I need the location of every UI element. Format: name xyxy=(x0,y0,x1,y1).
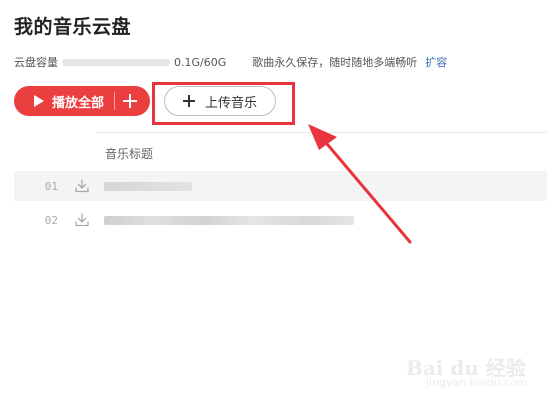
highlight-box xyxy=(152,82,295,125)
play-icon xyxy=(34,95,44,107)
play-all-label: 播放全部 xyxy=(52,95,105,111)
capacity-label: 云盘容量 xyxy=(14,56,58,69)
watermark: Bai du 经验 jingyan.baidu.com xyxy=(406,352,542,402)
capacity-row: 云盘容量 0.1G/60G 歌曲永久保存，随时随地多端畅听 扩容 xyxy=(14,54,447,70)
row-index: 01 xyxy=(44,179,58,193)
play-all-button[interactable]: 播放全部 xyxy=(14,86,150,116)
capacity-progress-bar xyxy=(62,58,170,66)
expand-link[interactable]: 扩容 xyxy=(425,54,447,70)
capacity-value: 0.1G/60G xyxy=(174,55,227,69)
watermark-url: jingyan.baidu.com xyxy=(426,376,528,389)
save-note: 歌曲永久保存，随时随地多端畅听 xyxy=(252,56,418,69)
play-divider xyxy=(114,92,116,110)
download-icon[interactable] xyxy=(74,213,90,227)
list-divider xyxy=(96,132,547,133)
table-row[interactable]: 02 xyxy=(14,205,547,235)
add-to-playlist-icon[interactable] xyxy=(123,94,138,108)
song-title-blurred xyxy=(104,215,354,225)
table-row[interactable]: 01 xyxy=(14,171,547,201)
download-icon[interactable] xyxy=(74,179,90,193)
song-title-blurred xyxy=(104,181,192,191)
row-index: 02 xyxy=(44,213,58,227)
column-header-title: 音乐标题 xyxy=(105,147,154,161)
page-title: 我的音乐云盘 xyxy=(14,16,132,38)
